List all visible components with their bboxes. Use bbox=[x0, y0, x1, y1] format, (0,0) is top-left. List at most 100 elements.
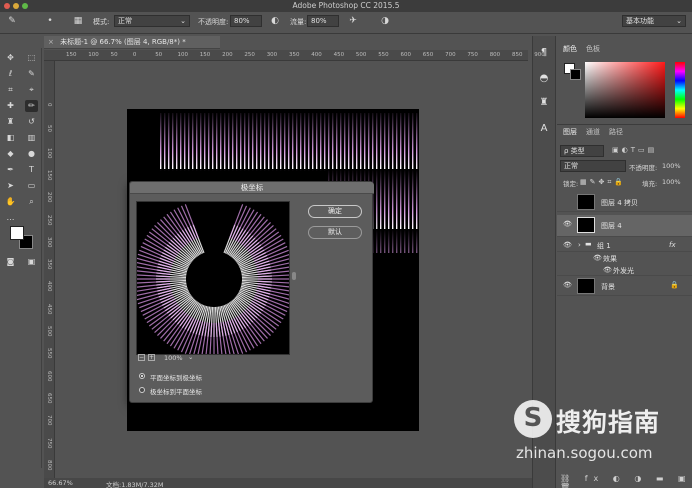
eye-icon[interactable]: 👁 bbox=[603, 266, 612, 274]
history-brush-tool-icon[interactable]: ↺ bbox=[25, 116, 38, 128]
mode-select[interactable]: 正常 ⌄ bbox=[114, 15, 190, 27]
polar-coordinates-dialog: 极坐标 − + 100% ⌄ 确定 默认 平面坐标到极坐标 极坐标到平面坐标 bbox=[129, 181, 374, 403]
flow-label: 流量: bbox=[290, 18, 307, 26]
group-row[interactable]: 👁 › ▬ 组 1 fx bbox=[557, 238, 692, 252]
layers-footer-icons[interactable]: ⛓ fx ◐ ◑ ▬ ▣ 🗑 bbox=[560, 474, 692, 488]
ruler-tick-label: 100 bbox=[177, 52, 189, 58]
ruler-tick-label: 750 bbox=[46, 437, 52, 449]
polar-preview-art bbox=[137, 204, 289, 354]
rectangle-tool-icon[interactable]: ▭ bbox=[25, 180, 38, 192]
healing-tool-icon[interactable]: ✚ bbox=[4, 100, 17, 112]
dodge-tool-icon[interactable]: ● bbox=[25, 148, 38, 160]
eye-icon[interactable]: 👁 bbox=[593, 254, 602, 262]
pressure-size-icon[interactable]: ◑ bbox=[379, 15, 391, 27]
background-layer-row[interactable]: 👁 背景 🔒 bbox=[557, 276, 692, 296]
lasso-tool-icon[interactable]: ℓ bbox=[4, 68, 17, 80]
radio-polar-to-rect[interactable] bbox=[139, 387, 145, 393]
close-icon[interactable]: × bbox=[48, 38, 54, 46]
preview-scroll-handle[interactable] bbox=[292, 272, 296, 280]
document-tab[interactable]: × 未标题-1 @ 66.7% (图层 4, RGB/8*) * bbox=[44, 36, 220, 49]
quick-select-tool-icon[interactable]: ✎ bbox=[25, 68, 38, 80]
stamp-tool-icon[interactable]: ♜ bbox=[4, 116, 17, 128]
layer-filter-icons[interactable]: ▣◐T▭▤ bbox=[612, 146, 657, 154]
hue-slider[interactable] bbox=[675, 62, 685, 118]
move-tool-icon[interactable]: ✥ bbox=[4, 52, 17, 64]
tab-swatches[interactable]: 色板 bbox=[586, 44, 600, 54]
pen-tool-icon[interactable]: ✒ bbox=[4, 164, 17, 176]
path-select-tool-icon[interactable]: ➤ bbox=[4, 180, 17, 192]
more-tools-icon[interactable]: … bbox=[4, 212, 17, 224]
eye-icon[interactable]: 👁 bbox=[563, 241, 572, 249]
visibility-off-icon[interactable] bbox=[563, 197, 565, 205]
blur-tool-icon[interactable]: ◆ bbox=[4, 148, 17, 160]
layer-opacity-value[interactable]: 100% bbox=[662, 162, 681, 170]
crop-tool-icon[interactable]: ⌗ bbox=[4, 84, 17, 96]
radio-rect-to-polar[interactable] bbox=[139, 373, 145, 379]
zoom-tool-icon[interactable]: ⌕ bbox=[25, 196, 38, 208]
default-button[interactable]: 默认 bbox=[308, 226, 362, 239]
ruler-tick-label: 700 bbox=[46, 415, 52, 426]
pressure-opacity-icon[interactable]: ◐ bbox=[269, 15, 281, 27]
brush-tool-icon[interactable]: ✏ bbox=[25, 100, 38, 112]
workspace-select[interactable]: 基本功能 ⌄ bbox=[622, 15, 686, 27]
eraser-tool-icon[interactable]: ◧ bbox=[4, 132, 17, 144]
blend-mode-select[interactable]: 正常 bbox=[560, 160, 626, 172]
quick-mask-icon[interactable]: ◙ bbox=[4, 256, 17, 268]
zoom-in-button[interactable]: + bbox=[148, 354, 155, 361]
ruler-tick-label: 650 bbox=[46, 392, 52, 404]
outer-glow-row[interactable]: 👁 外发光 bbox=[557, 264, 692, 276]
status-doc-size: 文档:1.83M/7.32M bbox=[106, 481, 164, 488]
layer-row-selected[interactable]: 👁 图层 4 bbox=[557, 215, 692, 237]
tab-color[interactable]: 颜色 bbox=[563, 44, 577, 54]
panel-background-swatch[interactable] bbox=[570, 69, 581, 80]
zoom-out-button[interactable]: − bbox=[138, 354, 145, 361]
brush-panel-icon[interactable]: ▦ bbox=[72, 15, 84, 27]
adjustments-icon[interactable]: ◓ bbox=[537, 72, 551, 86]
ruler-tick-label: 450 bbox=[333, 52, 345, 58]
chevron-down-icon[interactable]: ⌄ bbox=[188, 353, 193, 361]
eye-icon[interactable]: 👁 bbox=[563, 281, 572, 289]
actions-icon[interactable]: ♜ bbox=[537, 96, 551, 110]
fx-icon[interactable]: fx bbox=[669, 241, 676, 249]
layer-filter-select[interactable]: ρ 类型 bbox=[560, 145, 604, 157]
filter-preview[interactable] bbox=[136, 201, 290, 355]
screen-mode-icon[interactable]: ▣ bbox=[25, 256, 38, 268]
color-picker-field[interactable] bbox=[585, 62, 665, 118]
radio-rect-to-polar-label: 平面坐标到极坐标 bbox=[150, 374, 202, 382]
layer-opacity-label: 不透明度: bbox=[629, 164, 658, 172]
brush-tool-preset-icon[interactable]: ✎ bbox=[6, 15, 18, 27]
eyedropper-tool-icon[interactable]: ⌖ bbox=[25, 84, 38, 96]
status-bar: 66.67% 文档:1.83M/7.32M bbox=[44, 478, 532, 488]
hand-tool-icon[interactable]: ✋ bbox=[4, 196, 17, 208]
opacity-input[interactable]: 80% bbox=[230, 15, 262, 27]
brush-size-icon[interactable]: • bbox=[44, 15, 56, 27]
fill-value[interactable]: 100% bbox=[662, 178, 681, 186]
flow-input[interactable]: 80% bbox=[307, 15, 339, 27]
polar-streak bbox=[180, 318, 197, 353]
status-zoom[interactable]: 66.67% bbox=[48, 479, 73, 487]
polar-streak bbox=[231, 318, 248, 353]
gradient-tool-icon[interactable]: ▥ bbox=[25, 132, 38, 144]
effects-row[interactable]: 👁 效果 bbox=[557, 252, 692, 264]
layer-row[interactable]: 图层 4 拷贝 bbox=[557, 192, 692, 212]
marquee-tool-icon[interactable]: ⬚ bbox=[25, 52, 38, 64]
type-tool-icon[interactable]: T bbox=[25, 164, 38, 176]
character-icon[interactable]: A bbox=[537, 122, 551, 136]
sogou-logo: S bbox=[514, 400, 552, 438]
preview-zoom: 100% bbox=[164, 354, 183, 362]
eye-icon[interactable]: 👁 bbox=[563, 220, 572, 228]
airbrush-icon[interactable]: ✈ bbox=[347, 15, 359, 27]
polar-streak bbox=[253, 245, 288, 262]
lock-icons[interactable]: ▦✎✥⌗🔒 bbox=[580, 178, 626, 187]
tab-channels[interactable]: 通道 bbox=[586, 127, 600, 137]
tab-layers[interactable]: 图层 bbox=[563, 127, 577, 137]
chevron-right-icon[interactable]: › bbox=[578, 241, 581, 249]
ruler-tick-label: 850 bbox=[512, 52, 523, 58]
ruler-tick-label: 50 bbox=[46, 125, 52, 133]
ruler-tick-label: 100 bbox=[46, 147, 52, 159]
foreground-color-swatch-top bbox=[10, 226, 24, 240]
tab-paths[interactable]: 路径 bbox=[609, 127, 623, 137]
dialog-title: 极坐标 bbox=[130, 182, 374, 194]
ok-button[interactable]: 确定 bbox=[308, 205, 362, 218]
ruler-tick-label: 450 bbox=[46, 303, 52, 315]
